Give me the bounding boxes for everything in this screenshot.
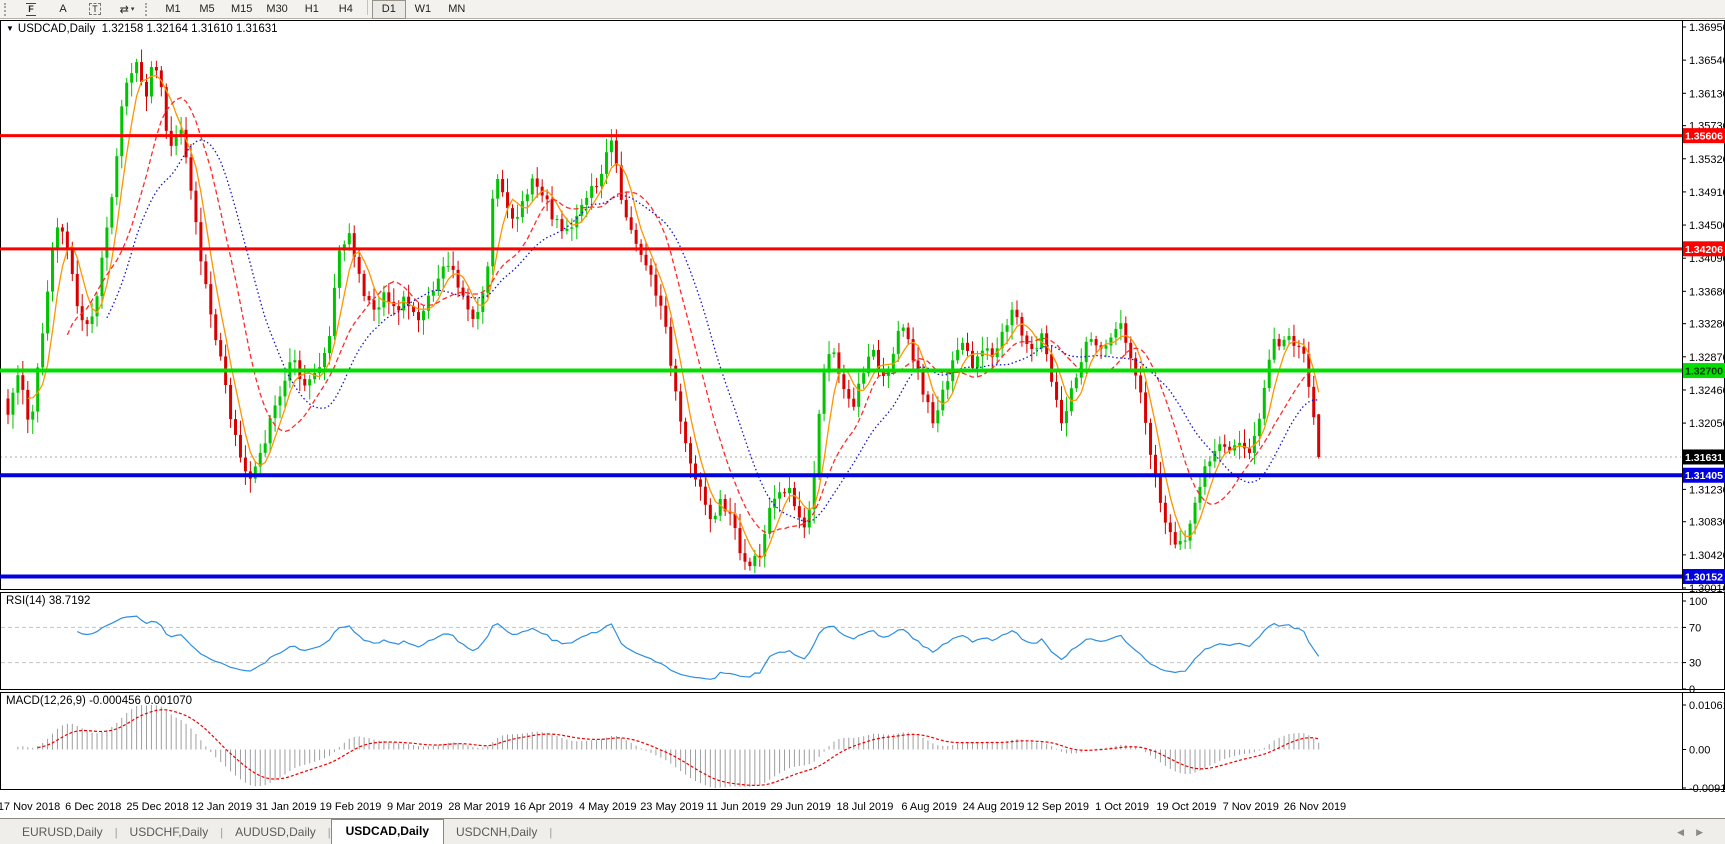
macd-indicator-label: MACD(12,26,9) -0.000456 0.001070 — [6, 695, 192, 707]
price-tick-label: 1.30010 — [1689, 583, 1725, 595]
rsi-tick-label: 100 — [1689, 596, 1707, 608]
rsi-indicator-label: RSI(14) 38.7192 — [6, 595, 90, 607]
rsi-tick-label: 70 — [1689, 622, 1701, 634]
price-tick-label: 1.30420 — [1689, 550, 1725, 562]
timeframe-group: M1M5M15M30H1H4 D1W1MN — [156, 0, 474, 19]
date-label[interactable]: 7 Nov 2019 — [1223, 801, 1279, 813]
date-label[interactable]: 16 Apr 2019 — [514, 801, 573, 813]
price-tick-label: 1.34500 — [1689, 220, 1725, 232]
date-label[interactable]: 23 May 2019 — [640, 801, 704, 813]
price-tick-label: 1.35320 — [1689, 154, 1725, 166]
tab-separator: | — [549, 827, 552, 844]
tab-usdchf[interactable]: USDCHF,Daily — [118, 821, 221, 844]
text-tool-button[interactable]: A — [47, 0, 79, 19]
label-icon: T — [89, 3, 101, 15]
macd-tick-label: 0.010615 — [1689, 700, 1725, 712]
date-label[interactable]: 25 Dec 2018 — [126, 801, 188, 813]
toolbar-grip[interactable] — [4, 3, 10, 16]
date-label[interactable]: 19 Feb 2019 — [320, 801, 382, 813]
date-label[interactable]: 29 Jun 2019 — [770, 801, 831, 813]
date-label[interactable]: 1 Oct 2019 — [1095, 801, 1149, 813]
timeframe-button-mn[interactable]: MN — [440, 0, 474, 19]
arrows-icon: ⇄ — [120, 3, 129, 16]
macd-tick-label: 0.00 — [1689, 744, 1710, 756]
timeframe-button-m30[interactable]: M30 — [259, 0, 294, 19]
price-chart-canvas[interactable]: 1.369501.365401.361301.357301.353201.349… — [0, 0, 1725, 844]
tab-usdcad[interactable]: USDCAD,Daily — [331, 819, 444, 844]
current-price-label-text: 1.31631 — [1685, 452, 1723, 464]
price-tick-label: 1.33680 — [1689, 286, 1725, 298]
tab-eurusd[interactable]: EURUSD,Daily — [10, 821, 115, 844]
timeframe-button-d1[interactable]: D1 — [372, 0, 406, 19]
text-icon: A — [59, 3, 66, 15]
chart-symbol-period: USDCAD,Daily — [18, 23, 95, 35]
date-label[interactable]: 4 May 2019 — [579, 801, 636, 813]
date-label[interactable]: 19 Oct 2019 — [1156, 801, 1216, 813]
level-label-1.31405-text: 1.31405 — [1685, 470, 1723, 482]
date-label[interactable]: 17 Nov 2018 — [0, 801, 60, 813]
timeframe-button-w1[interactable]: W1 — [406, 0, 440, 19]
chevron-down-icon: ▾ — [131, 5, 135, 13]
price-tick-label: 1.30830 — [1689, 517, 1725, 529]
price-tick-label: 1.34910 — [1689, 187, 1725, 199]
timeframe-button-m1[interactable]: M1 — [156, 0, 190, 19]
date-label[interactable]: 26 Nov 2019 — [1284, 801, 1346, 813]
symbol-tabs: EURUSD,Daily|USDCHF,Daily|AUDUSD,Daily|U… — [10, 819, 552, 844]
timeframe-button-m5[interactable]: M5 — [190, 0, 224, 19]
date-label[interactable]: 31 Jan 2019 — [256, 801, 317, 813]
price-tick-label: 1.32870 — [1689, 352, 1725, 364]
price-tick-label: 1.36540 — [1689, 55, 1725, 67]
date-label[interactable]: 28 Mar 2019 — [448, 801, 510, 813]
rsi-tick-label: 0 — [1689, 684, 1695, 696]
price-tick-label: 1.32460 — [1689, 385, 1725, 397]
price-tick-label: 1.31230 — [1689, 484, 1725, 496]
date-label[interactable]: 6 Aug 2019 — [901, 801, 957, 813]
toolbar: F A T ⇄ ▾ M1M5M15M30H1H4 D1W1MN — [0, 0, 1725, 19]
price-tick-label: 1.33280 — [1689, 319, 1725, 331]
symbol-tabbar: EURUSD,Daily|USDCHF,Daily|AUDUSD,Daily|U… — [0, 818, 1725, 844]
rsi-panel[interactable] — [1, 593, 1725, 690]
fibonacci-tool-button[interactable]: F — [15, 0, 47, 19]
level-label-1.32700-text: 1.32700 — [1685, 366, 1723, 378]
price-tick-label: 1.32050 — [1689, 418, 1725, 430]
tab-scroll-right-icon[interactable]: ▶ — [1696, 827, 1715, 837]
macd-tick-label: -0.009185 — [1689, 783, 1725, 795]
date-label[interactable]: 6 Dec 2018 — [65, 801, 121, 813]
level-label-1.30152-text: 1.30152 — [1685, 572, 1723, 584]
tab-usdcnh[interactable]: USDCNH,Daily — [444, 821, 549, 844]
date-label[interactable]: 9 Mar 2019 — [387, 801, 443, 813]
rsi-tick-label: 30 — [1689, 658, 1701, 670]
fibonacci-icon: F — [26, 3, 36, 16]
label-tool-button[interactable]: T — [79, 0, 111, 19]
chart-ohlc-values: 1.32158 1.32164 1.31610 1.31631 — [102, 23, 278, 35]
date-label[interactable]: 12 Jan 2019 — [192, 801, 253, 813]
price-tick-label: 1.36950 — [1689, 22, 1725, 34]
shapes-tool-button[interactable]: ⇄ ▾ — [111, 0, 143, 19]
tab-scroll-arrows: ◀▶ — [1677, 827, 1715, 838]
date-label[interactable]: 11 Jun 2019 — [706, 801, 766, 813]
toolbar-separator — [367, 0, 368, 15]
collapse-arrow-icon[interactable]: ▼ — [6, 24, 14, 33]
level-label-1.34206-text: 1.34206 — [1685, 244, 1723, 256]
timeframe-button-m15[interactable]: M15 — [224, 0, 259, 19]
date-label[interactable]: 24 Aug 2019 — [963, 801, 1025, 813]
tab-audusd[interactable]: AUDUSD,Daily — [223, 821, 328, 844]
price-tick-label: 1.36130 — [1689, 88, 1725, 100]
date-label[interactable]: 12 Sep 2019 — [1027, 801, 1089, 813]
timeframe-button-h1[interactable]: H1 — [295, 0, 329, 19]
main-chart-panel[interactable] — [1, 21, 1725, 590]
date-label[interactable]: 18 Jul 2019 — [836, 801, 893, 813]
timeframe-button-h4[interactable]: H4 — [329, 0, 363, 19]
chart-title: ▼ USDCAD,Daily 1.32158 1.32164 1.31610 1.… — [6, 23, 278, 35]
toolbar-grip-2[interactable] — [145, 3, 151, 16]
level-label-1.35606-text: 1.35606 — [1685, 131, 1723, 143]
tab-scroll-left-icon[interactable]: ◀ — [1677, 827, 1696, 837]
